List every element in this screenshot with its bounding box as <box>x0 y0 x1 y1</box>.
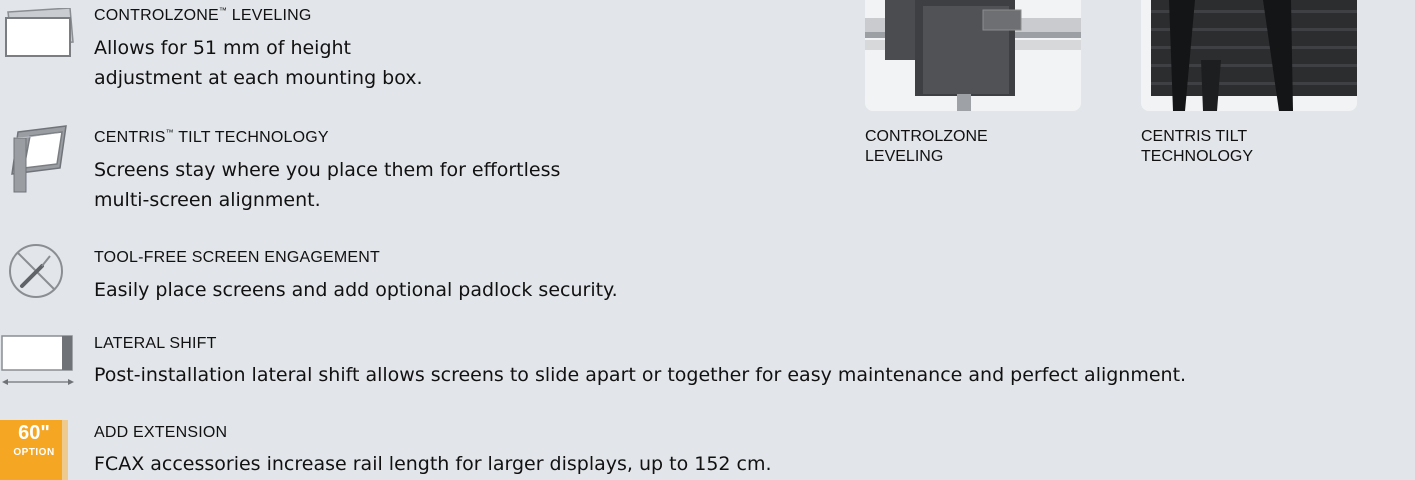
feature-title: LATERAL SHIFT <box>94 335 217 352</box>
feature-description: Post-installation lateral shift allows s… <box>94 364 1187 386</box>
centris-photo <box>1141 0 1357 111</box>
option-badge-size: 60" <box>18 422 50 444</box>
no-tool-icon <box>9 244 63 298</box>
feature-title: CONTROLZONE™ LEVELING <box>94 6 312 24</box>
centris-caption: CENTRIS TILT TECHNOLOGY <box>1141 128 1254 165</box>
extension-option-icon: 60" OPTION <box>0 420 70 480</box>
feature-title: ADD EXTENSION <box>94 424 228 441</box>
feature-description: FCAX accessories increase rail length fo… <box>94 453 772 475</box>
controlzone-caption: CONTROLZONE LEVELING <box>865 128 988 165</box>
feature-title: TOOL-FREE SCREEN ENGAGEMENT <box>94 249 381 266</box>
tilted-screen-icon <box>11 125 67 193</box>
screen-stack-icon <box>5 8 74 57</box>
feature-title: CENTRIS™ TILT TECHNOLOGY <box>94 128 329 146</box>
feature-description: Easily place screens and add optional pa… <box>94 279 618 301</box>
feature-description: Screens stay where you place them for ef… <box>94 159 561 211</box>
lateral-shift-icon <box>1 335 74 385</box>
feature-description: Allows for 51 mm of height adjustment at… <box>94 37 423 89</box>
option-badge-label: OPTION <box>13 447 55 458</box>
controlzone-photo <box>865 0 1081 111</box>
